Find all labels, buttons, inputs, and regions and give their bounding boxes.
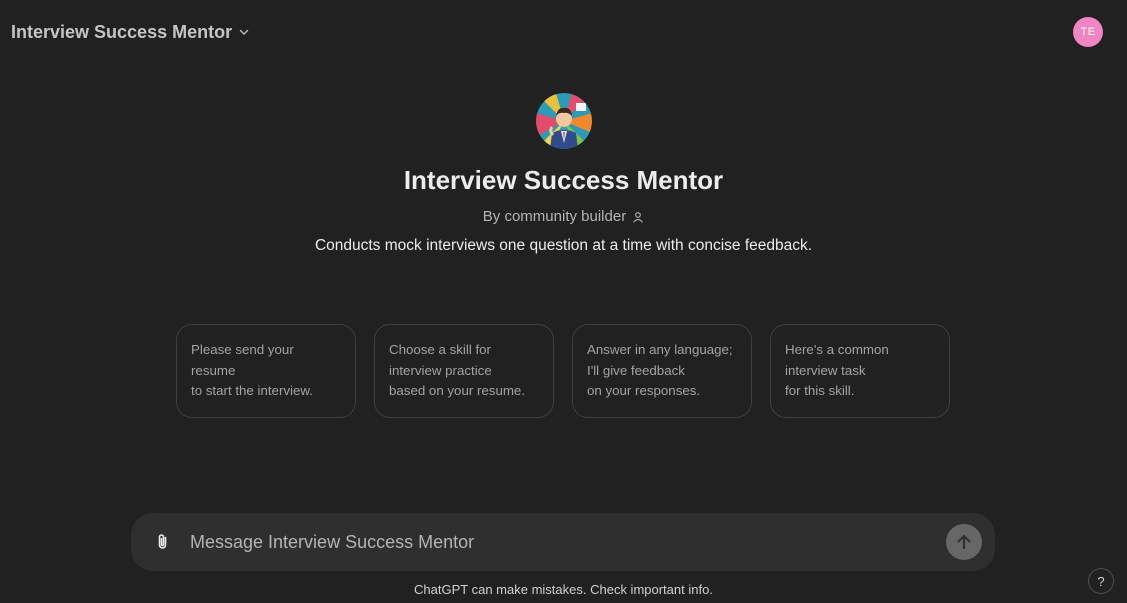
chevron-down-icon bbox=[239, 29, 249, 35]
gpt-profile-image bbox=[535, 93, 592, 149]
arrow-up-icon bbox=[957, 534, 971, 550]
author-label: By community builder bbox=[482, 208, 627, 225]
model-switcher-button[interactable]: Interview Success Mentor bbox=[11, 18, 250, 47]
person-icon bbox=[633, 211, 643, 223]
starter-card[interactable]: Here's a common interview task for this … bbox=[770, 324, 950, 418]
user-avatar-button[interactable]: TE bbox=[1073, 17, 1103, 47]
starter-card[interactable]: Choose a skill for interview practice ba… bbox=[374, 324, 554, 418]
message-input[interactable] bbox=[190, 531, 946, 553]
gpt-description: Conducts mock interviews one question at… bbox=[314, 237, 813, 254]
gpt-title: Interview Success Mentor bbox=[403, 165, 724, 195]
chat-page: Interview Success Mentor TE Interview Su… bbox=[0, 0, 1127, 603]
top-bar: Interview Success Mentor TE bbox=[0, 0, 1127, 64]
help-button[interactable]: ? bbox=[1088, 568, 1114, 594]
paperclip-icon bbox=[158, 534, 167, 549]
attach-file-button[interactable] bbox=[149, 528, 177, 556]
starter-card[interactable]: Answer in any language; I'll give feedba… bbox=[572, 324, 752, 418]
disclaimer-text: ChatGPT can make mistakes. Check importa… bbox=[414, 582, 713, 597]
model-name: Interview Success Mentor bbox=[11, 21, 233, 42]
send-button[interactable] bbox=[946, 524, 982, 560]
message-composer bbox=[131, 513, 995, 571]
gpt-intro: Interview Success Mentor By community bu… bbox=[0, 93, 1127, 255]
starter-card[interactable]: Please send your resume to start the int… bbox=[176, 324, 356, 418]
conversation-starters: Please send your resume to start the int… bbox=[176, 324, 950, 418]
gpt-author[interactable]: By community builder bbox=[483, 208, 644, 225]
